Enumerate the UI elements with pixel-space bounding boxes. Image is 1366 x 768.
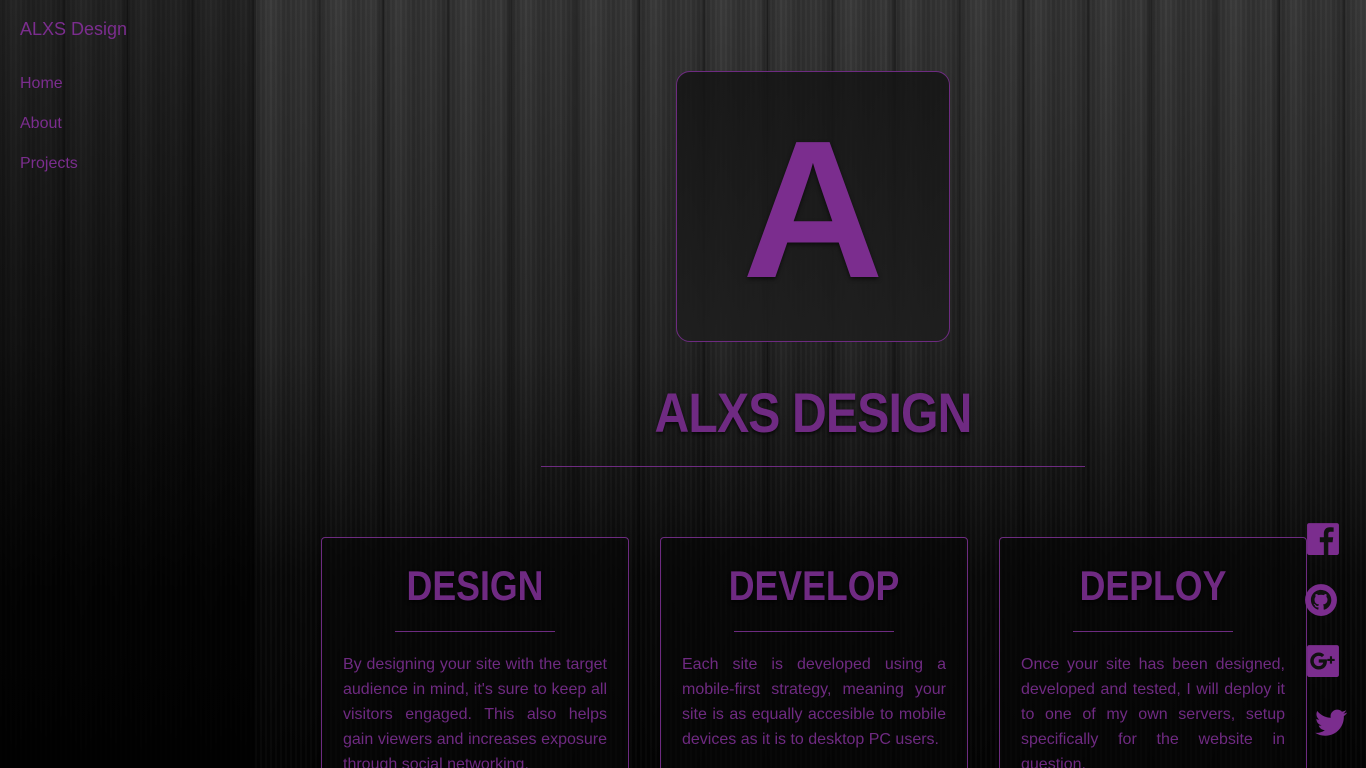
card-text: By designing your site with the target a… [343,656,607,768]
page-title: ALXS DESIGN [654,381,972,444]
sidebar: ALXS Design Home About Projects [0,0,254,768]
sidebar-item-projects: Projects [20,154,78,194]
card-divider [734,631,894,632]
sidebar-item-home: Home [20,74,78,114]
card-title: DEPLOY [1079,562,1227,609]
sidebar-item-about: About [20,114,78,154]
github-icon[interactable] [1304,583,1338,617]
google-plus-icon[interactable] [1306,644,1340,678]
nav-link-projects[interactable]: Projects [20,154,78,174]
card-divider [395,631,555,632]
nav-link-home[interactable]: Home [20,74,63,94]
card-divider [1073,631,1233,632]
hero-divider [541,466,1085,467]
card-text: Each site is developed using a mobile-fi… [682,656,946,748]
card-title: DESIGN [406,562,544,609]
facebook-icon[interactable] [1306,522,1340,556]
card-text: Once your site has been designed, develo… [1021,656,1285,768]
logo-letter: A [742,99,884,319]
card-deploy: DEPLOY Once your site has been designed,… [999,537,1307,768]
page: ALXS Design Home About Projects A ALXS D… [0,0,1366,768]
twitter-icon[interactable] [1314,705,1348,739]
card-title: DEVELOP [728,562,900,609]
card-design: DESIGN By designing your site with the t… [321,537,629,768]
logo-box: A [676,71,950,342]
sidebar-nav: Home About Projects [20,74,78,194]
nav-link-about[interactable]: About [20,114,62,134]
brand-link[interactable]: ALXS Design [20,19,127,40]
card-develop: DEVELOP Each site is developed using a m… [660,537,968,768]
